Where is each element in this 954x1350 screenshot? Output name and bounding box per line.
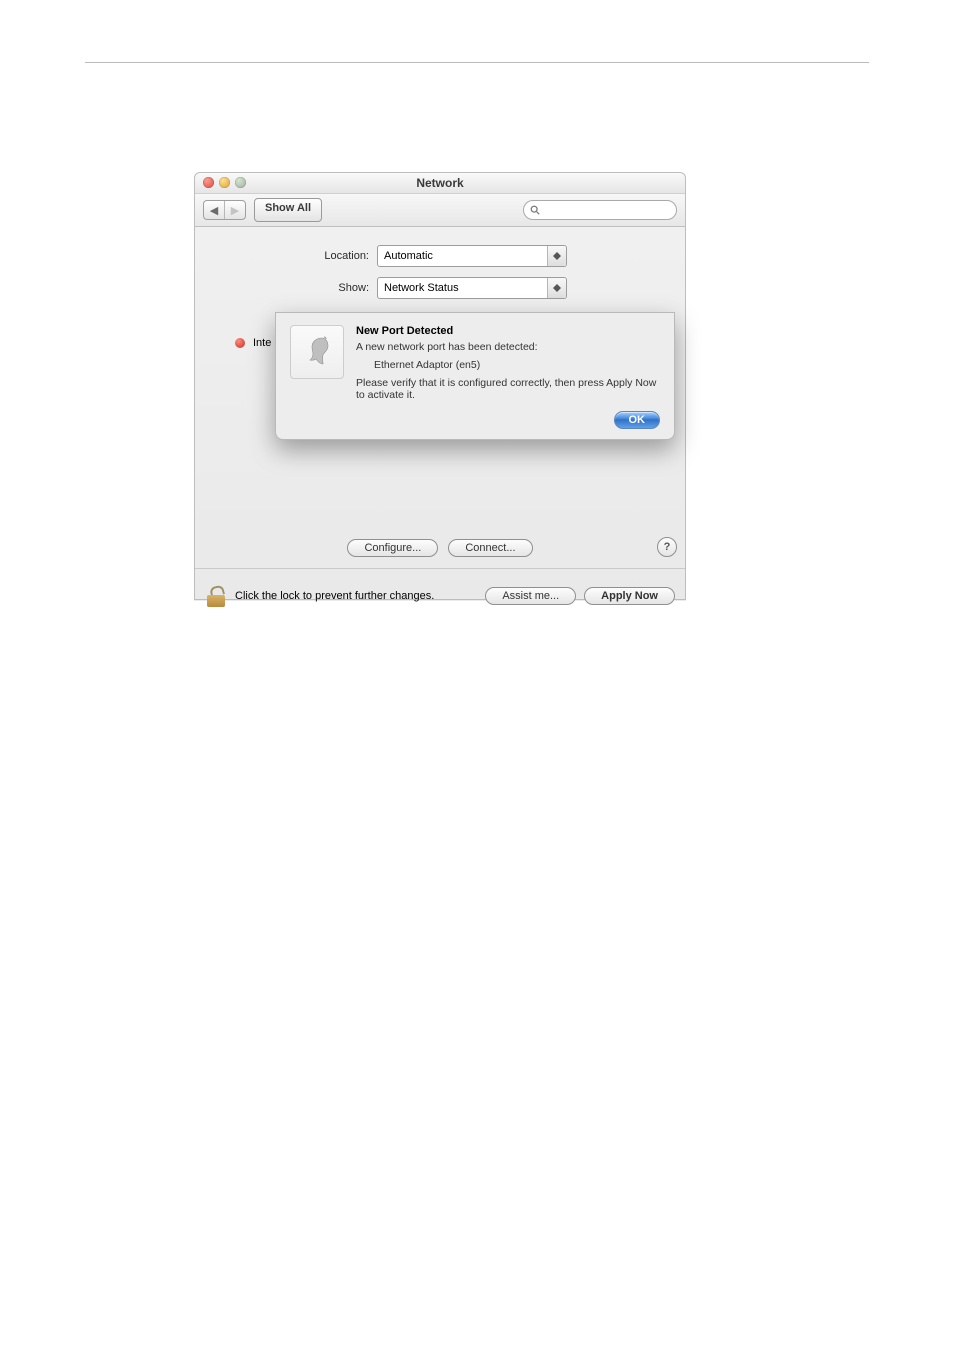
lock-icon[interactable] — [205, 585, 227, 607]
zoom-icon[interactable] — [235, 177, 246, 188]
show-popup[interactable]: Network Status — [377, 277, 567, 299]
titlebar: Network — [195, 173, 685, 194]
sheet-line2: Please verify that it is configured corr… — [356, 377, 660, 401]
location-popup[interactable]: Automatic — [377, 245, 567, 267]
minimize-icon[interactable] — [219, 177, 230, 188]
stepper-arrows-icon — [547, 278, 566, 298]
search-icon — [530, 205, 540, 215]
location-label: Location: — [209, 250, 369, 262]
configure-button[interactable]: Configure... — [347, 539, 438, 557]
status-item-label: Inte — [253, 337, 271, 349]
status-list-item[interactable]: Inte — [235, 337, 271, 349]
separator — [195, 568, 685, 569]
toolbar: ◀ ▶ Show All — [195, 194, 685, 227]
back-icon[interactable]: ◀ — [204, 201, 224, 219]
show-label: Show: — [209, 282, 369, 294]
forward-icon[interactable]: ▶ — [224, 201, 245, 219]
window-controls — [203, 177, 246, 188]
footer: Click the lock to prevent further change… — [195, 585, 685, 607]
assist-me-button[interactable]: Assist me... — [485, 587, 576, 605]
sheet-line1: A new network port has been detected: — [356, 341, 660, 353]
help-button[interactable]: ? — [657, 537, 677, 557]
nav-back-forward[interactable]: ◀ ▶ — [203, 200, 246, 220]
show-all-button[interactable]: Show All — [254, 198, 322, 222]
search-input[interactable] — [523, 200, 677, 220]
network-app-icon — [290, 325, 344, 379]
ok-button[interactable]: OK — [614, 411, 661, 429]
sheet-title: New Port Detected — [356, 325, 660, 337]
stepper-arrows-icon — [547, 246, 566, 266]
sheet-port-name: Ethernet Adaptor (en5) — [374, 359, 660, 371]
show-value: Network Status — [377, 277, 567, 299]
lock-hint: Click the lock to prevent further change… — [235, 590, 434, 602]
connect-button[interactable]: Connect... — [448, 539, 532, 557]
status-dot-icon — [235, 338, 245, 348]
prefpane-body: Location: Automatic Show: Network Status… — [195, 227, 685, 615]
close-icon[interactable] — [203, 177, 214, 188]
network-prefpane-window: Network ◀ ▶ Show All Location: Automatic — [194, 172, 686, 600]
location-value: Automatic — [377, 245, 567, 267]
apply-now-button[interactable]: Apply Now — [584, 587, 675, 605]
new-port-sheet: New Port Detected A new network port has… — [275, 312, 675, 440]
window-title: Network — [416, 176, 463, 190]
